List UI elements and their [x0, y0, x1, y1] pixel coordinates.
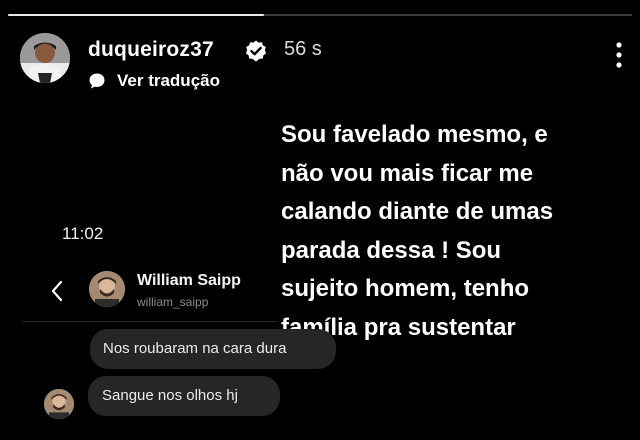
story-progress-fill — [8, 14, 264, 16]
verified-badge-icon — [245, 40, 267, 62]
dm-message-text: Nos roubaram na cara dura — [103, 340, 287, 357]
dm-contact-name: William Saipp — [137, 272, 241, 289]
story-text-line: calando diante de umas — [281, 198, 554, 225]
speech-bubble-icon — [89, 73, 105, 89]
dm-status-time: 11:02 — [62, 224, 104, 243]
story-text-line: parada dessa ! Sou — [281, 236, 502, 264]
story-progress-bar — [8, 14, 632, 16]
story-text-line: não vou mais ficar me — [281, 159, 534, 187]
dm-message-text: Sangue nos olhos hj — [102, 387, 238, 404]
chevron-left-icon — [51, 280, 63, 302]
dm-header-divider — [22, 321, 278, 322]
see-translation-link[interactable]: Ver tradução — [117, 71, 220, 91]
dm-contact-handle: william_saipp — [137, 295, 209, 309]
dm-message-bubble: Nos roubaram na cara dura — [90, 329, 336, 369]
story-text-line: sujeito homem, tenho — [281, 275, 530, 302]
more-vertical-icon[interactable] — [612, 40, 626, 70]
story-username[interactable]: duqueiroz37 — [88, 38, 214, 62]
story-text-line: Sou favelado mesmo, e — [281, 121, 548, 148]
dm-contact-avatar — [89, 271, 125, 307]
dm-sender-avatar — [44, 389, 74, 419]
profile-avatar[interactable] — [20, 33, 70, 83]
story-timestamp: 56 s — [284, 38, 322, 60]
story-text: Sou favelado mesmo, e não vou mais ficar… — [281, 116, 631, 347]
dm-message-bubble: Sangue nos olhos hj — [88, 376, 280, 416]
